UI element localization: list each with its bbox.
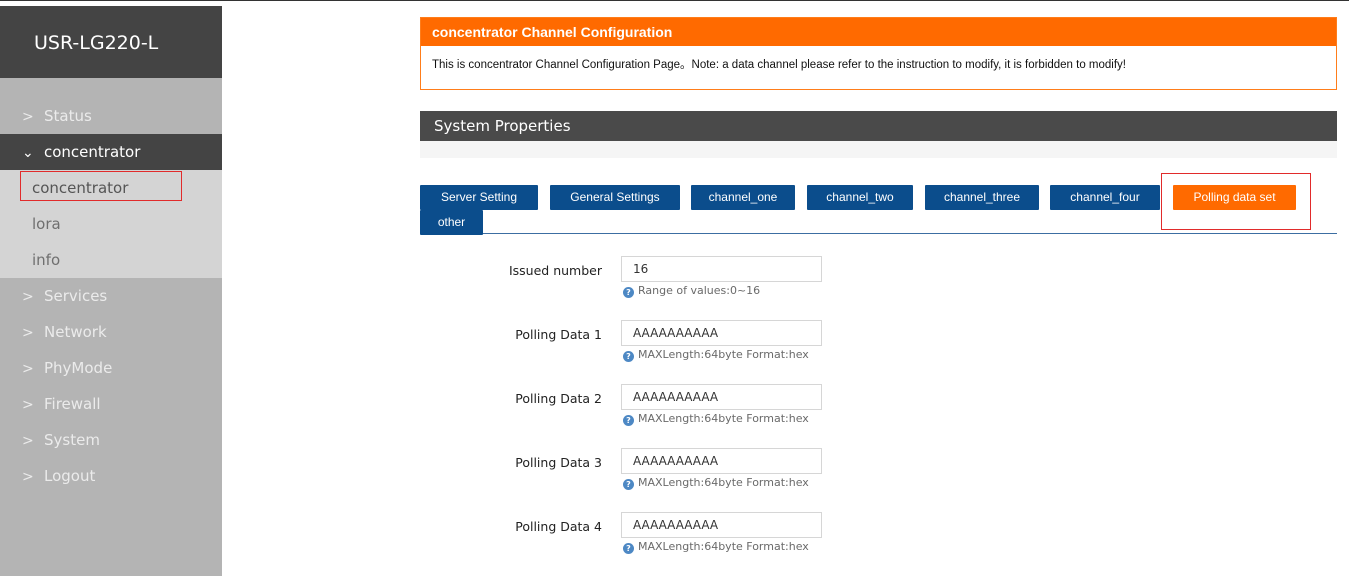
sidebar-item-network[interactable]: > Network [0, 314, 222, 350]
chevron-down-icon: ⌄ [22, 145, 34, 161]
sidebar-item-label: Network [44, 323, 107, 341]
sidebar-item-label: System [44, 431, 100, 449]
issued-number-hint: ? Range of values:0~16 [623, 284, 760, 298]
main-content: concentrator Channel Configuration This … [420, 17, 1337, 554]
tab-channel-one[interactable]: channel_one [691, 185, 795, 210]
page-header: concentrator Channel Configuration This … [420, 17, 1337, 90]
polling-data-1-label: Polling Data 1 [515, 327, 602, 342]
help-icon: ? [623, 479, 634, 490]
sidebar-item-label: Logout [44, 467, 96, 485]
tab-bar: Server Setting General Settings channel_… [420, 173, 1337, 235]
selection-highlight [20, 171, 182, 201]
sidebar-subitem-label: lora [32, 215, 61, 233]
sidebar-subitem-label: info [32, 251, 61, 269]
sidebar-nav: > Status ⌄ concentrator concentrator lora … [0, 98, 222, 494]
chevron-right-icon: > [22, 289, 34, 305]
polling-data-4-input[interactable]: AAAAAAAAAA [621, 512, 822, 538]
issued-number-label: Issued number [508, 263, 602, 278]
sidebar-item-services[interactable]: > Services [0, 278, 222, 314]
chevron-right-icon: > [22, 397, 34, 413]
help-icon: ? [623, 287, 634, 298]
help-icon: ? [623, 415, 634, 426]
top-border [0, 0, 1349, 1]
polling-data-4-label: Polling Data 4 [515, 519, 602, 534]
hint-text: Range of values:0~16 [638, 284, 761, 297]
tab-highlight [1161, 173, 1311, 230]
tab-other[interactable]: other [420, 210, 483, 235]
tab-channel-two[interactable]: channel_two [807, 185, 913, 210]
tab-channel-three[interactable]: channel_three [925, 185, 1039, 210]
sidebar-subitem-info[interactable]: info [0, 242, 222, 278]
help-icon: ? [623, 351, 634, 362]
sidebar-item-status[interactable]: > Status [0, 98, 222, 134]
help-icon: ? [623, 543, 634, 554]
chevron-right-icon: > [22, 469, 34, 485]
tab-server-setting[interactable]: Server Setting [420, 185, 538, 210]
section-title: System Properties [420, 111, 1337, 141]
polling-data-1-input[interactable]: AAAAAAAAAA [621, 320, 822, 346]
sidebar-item-label: Services [44, 287, 108, 305]
polling-data-2-input[interactable]: AAAAAAAAAA [621, 384, 822, 410]
polling-data-2-hint: ? MAXLength:64byte Format:hex [623, 412, 809, 426]
tab-general-settings[interactable]: General Settings [550, 185, 680, 210]
sidebar-item-label: Firewall [44, 395, 101, 413]
polling-data-3-hint: ? MAXLength:64byte Format:hex [623, 476, 809, 490]
sidebar-subitem-lora[interactable]: lora [0, 206, 222, 242]
sidebar: USR-LG220-L > Status ⌄ concentrator concen… [0, 6, 222, 576]
hint-text: MAXLength:64byte Format:hex [638, 540, 809, 553]
polling-data-4-hint: ? MAXLength:64byte Format:hex [623, 540, 809, 554]
chevron-right-icon: > [22, 361, 34, 377]
sidebar-item-system[interactable]: > System [0, 422, 222, 458]
chevron-right-icon: > [22, 433, 34, 449]
tab-channel-four[interactable]: channel_four [1050, 185, 1160, 210]
sidebar-item-label: Status [44, 107, 92, 125]
sidebar-item-concentrator[interactable]: ⌄ concentrator [0, 134, 222, 170]
sidebar-item-firewall[interactable]: > Firewall [0, 386, 222, 422]
chevron-right-icon: > [22, 109, 34, 125]
sidebar-item-label: concentrator [44, 143, 141, 161]
chevron-right-icon: > [22, 325, 34, 341]
polling-data-3-label: Polling Data 3 [515, 455, 602, 470]
sidebar-item-logout[interactable]: > Logout [0, 458, 222, 494]
page-description: This is concentrator Channel Configurati… [432, 59, 1126, 71]
polling-data-1-hint: ? MAXLength:64byte Format:hex [623, 348, 809, 362]
polling-data-3-input[interactable]: AAAAAAAAAA [621, 448, 822, 474]
brand-title: USR-LG220-L [0, 6, 222, 78]
section-spacer [420, 141, 1337, 158]
sidebar-subitem-concentrator[interactable]: concentrator [0, 170, 222, 206]
page-title: concentrator Channel Configuration [421, 18, 1336, 46]
sidebar-item-phymode[interactable]: > PhyMode [0, 350, 222, 386]
hint-text: MAXLength:64byte Format:hex [638, 476, 809, 489]
hint-text: MAXLength:64byte Format:hex [638, 412, 809, 425]
issued-number-input[interactable]: 16 [621, 256, 822, 282]
sidebar-item-label: PhyMode [44, 359, 113, 377]
hint-text: MAXLength:64byte Format:hex [638, 348, 809, 361]
polling-data-2-label: Polling Data 2 [515, 391, 602, 406]
